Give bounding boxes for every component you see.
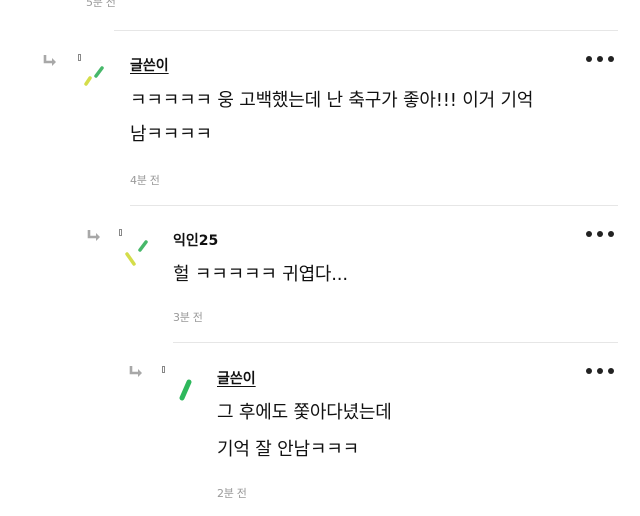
comment-timestamp: 3분 전 <box>173 311 203 324</box>
comment-text-line: 그 후에도 쫓아다녔는데 <box>217 402 392 423</box>
comment-text-line: 남ㅋㅋㅋㅋ <box>130 124 212 145</box>
comment-timestamp: 4분 전 <box>130 174 160 187</box>
comment-timestamp: 2분 전 <box>217 487 247 500</box>
comment-timestamp: 5분 전 <box>86 0 116 9</box>
more-options-icon[interactable] <box>584 229 616 239</box>
comment-text-line: 헐 ㅋㅋㅋㅋㅋ 귀엽다... <box>173 264 348 285</box>
comment-author[interactable]: 글쓴이 <box>217 368 256 388</box>
more-options-icon[interactable] <box>584 54 616 64</box>
more-options-icon[interactable] <box>584 366 616 376</box>
status-mark-icon <box>162 366 165 373</box>
status-mark-icon <box>119 229 122 236</box>
comment-divider <box>114 30 618 31</box>
comment-divider <box>173 342 618 343</box>
comment-text-line: ㅋㅋㅋㅋㅋ 웅 고백했는데 난 축구가 좋아!!! 이거 기억 <box>130 90 534 111</box>
reply-arrow-icon <box>129 366 142 377</box>
reply-arrow-icon <box>87 230 100 241</box>
comment-author[interactable]: 익인25 <box>173 230 218 250</box>
comment-divider <box>130 205 618 206</box>
avatar <box>179 379 192 401</box>
status-mark-icon <box>78 54 81 61</box>
reply-arrow-icon <box>43 55 56 66</box>
avatar <box>125 240 148 266</box>
avatar <box>84 66 104 86</box>
comment-text-line: 기억 잘 안남ㅋㅋㅋ <box>217 439 359 460</box>
comment-author[interactable]: 글쓴이 <box>130 55 169 75</box>
